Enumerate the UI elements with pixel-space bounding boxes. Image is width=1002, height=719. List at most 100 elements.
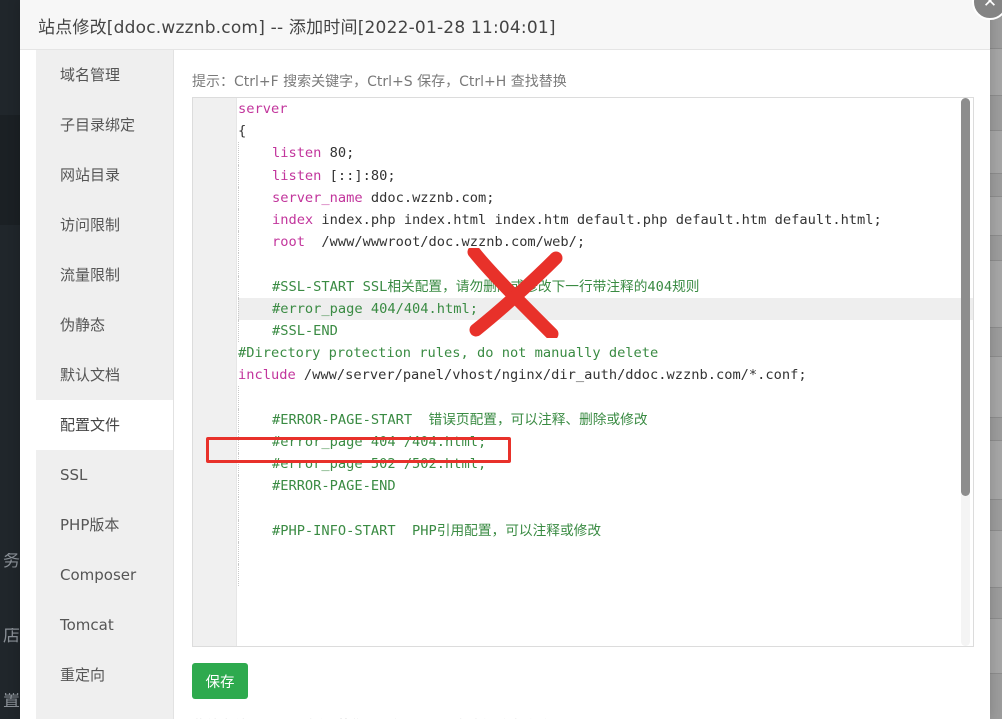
code-line[interactable]: 8 xyxy=(238,253,973,276)
indent-guide xyxy=(238,453,272,476)
code-line[interactable]: 13include /www/server/panel/vhost/nginx/… xyxy=(238,364,973,386)
sidebar-item-12[interactable]: 重定向 xyxy=(36,650,173,700)
code-line[interactable]: 6 index index.php index.html index.htm d… xyxy=(238,208,973,232)
code-text: #error_page 502 /502.html; xyxy=(238,453,486,476)
sidebar-item-label: 子目录绑定 xyxy=(60,116,136,134)
overlay-band xyxy=(990,618,1002,674)
code-line[interactable]: 17 #error_page 502 /502.html; xyxy=(238,453,973,476)
main-pane: 提示：Ctrl+F 搜索关键字，Ctrl+S 保存，Ctrl+H 查找替换 1s… xyxy=(174,50,990,719)
token-cm: #SSL-START SSL相关配置，请勿删除或修改下一行带注释的404规则 xyxy=(271,278,700,295)
indent-guide xyxy=(238,430,272,453)
code-text: #PHP-INFO-START PHP引用配置，可以注释或修改 xyxy=(238,519,601,542)
code-line[interactable]: 1server xyxy=(238,98,973,120)
dialog-title: 站点修改[ddoc.wzznb.com] -- 添加时间[2022-01-28 … xyxy=(38,18,556,38)
sidebar-item-7[interactable]: 配置文件 xyxy=(36,400,173,450)
sidebar-item-label: 网站目录 xyxy=(60,166,121,184)
code-line[interactable]: 16 #error_page 404 /404.html; xyxy=(238,430,973,453)
token-cm: #error_page 404 /404.html; xyxy=(271,433,487,450)
overlay-band xyxy=(990,130,1002,174)
token-cm: #ERROR-PAGE-START 错误页配置，可以注释、删除或修改 xyxy=(271,411,648,428)
sidebar-item-8[interactable]: SSL xyxy=(36,450,173,500)
indent-guide xyxy=(238,408,272,431)
indent-guide xyxy=(238,563,272,587)
code-line[interactable]: 7 root /www/wwwroot/doc.wzznb.com/web/; xyxy=(238,231,973,254)
shortcut-hint: 提示：Ctrl+F 搜索关键字，Ctrl+S 保存，Ctrl+H 查找替换 xyxy=(192,74,567,90)
token-kw: server xyxy=(238,101,288,117)
code-text: #SSL-START SSL相关配置，请勿删除或修改下一行带注释的404规则 xyxy=(238,275,700,298)
code-text xyxy=(238,541,272,564)
code-line[interactable]: 14 xyxy=(238,386,973,409)
config-code-editor[interactable]: 1server2{3 listen 80;4 listen [::]:80;5 … xyxy=(192,97,974,647)
token-pl: /www/server/panel/vhost/nginx/dir_auth/d… xyxy=(295,367,807,384)
code-text: { xyxy=(238,120,246,142)
indent-guide xyxy=(238,275,272,298)
code-line[interactable]: 3 listen 80; xyxy=(238,142,973,165)
sidebar-item-9[interactable]: PHP版本 xyxy=(36,500,173,550)
code-text xyxy=(238,497,272,520)
code-line[interactable]: 22 xyxy=(238,563,973,587)
sidebar-item-4[interactable]: 流量限制 xyxy=(36,250,173,300)
code-text: server xyxy=(238,98,287,120)
indent-guide xyxy=(238,319,272,343)
code-line[interactable]: 12#Directory protection rules, do not ma… xyxy=(238,342,973,364)
sidebar-item-10[interactable]: Composer xyxy=(36,550,173,600)
indent-guide xyxy=(238,541,272,564)
token-pl: /www/wwwroot/doc.wzznb.com/web/; xyxy=(304,234,586,251)
code-line[interactable]: 21 xyxy=(238,541,973,564)
code-text: #SSL-END xyxy=(238,319,338,343)
code-line[interactable]: 2{ xyxy=(238,120,973,142)
indent-guide xyxy=(238,519,272,542)
overlay-band xyxy=(990,440,1002,500)
sidebar-item-label: Tomcat xyxy=(60,616,114,634)
token-kw: listen xyxy=(271,145,322,162)
sidebar-item-label: 域名管理 xyxy=(60,66,121,84)
editor-scrollbar-thumb[interactable] xyxy=(961,98,970,496)
indent-guide xyxy=(238,142,272,165)
code-content[interactable]: 1server2{3 listen 80;4 listen [::]:80;5 … xyxy=(238,98,973,646)
code-text xyxy=(238,253,272,276)
sidebar-item-label: 伪静态 xyxy=(60,316,106,334)
indent-guide xyxy=(238,253,272,276)
indent-guide xyxy=(238,208,272,232)
token-pl: ddoc.wzznb.com; xyxy=(362,189,495,206)
code-line[interactable]: 11 #SSL-END xyxy=(238,319,973,343)
code-line[interactable]: 10 #error_page 404/404.html; xyxy=(238,297,973,320)
code-text: server_name ddoc.wzznb.com; xyxy=(238,186,495,209)
overlay-band xyxy=(990,356,1002,418)
code-line[interactable]: 20 #PHP-INFO-START PHP引用配置，可以注释或修改 xyxy=(238,519,973,542)
code-line[interactable]: 5 server_name ddoc.wzznb.com; xyxy=(238,186,973,209)
code-line[interactable]: 4 listen [::]:80; xyxy=(238,164,973,187)
code-text: index index.php index.html index.htm def… xyxy=(238,208,882,232)
code-line[interactable]: 19 xyxy=(238,497,973,520)
token-kw: server_name xyxy=(271,189,363,206)
code-line[interactable]: 9 #SSL-START SSL相关配置，请勿删除或修改下一行带注释的404规则 xyxy=(238,275,973,298)
sidebar-item-label: 访问限制 xyxy=(60,216,121,234)
token-kw: include xyxy=(238,367,296,384)
sidebar-item-11[interactable]: Tomcat xyxy=(36,600,173,650)
sidebar-item-5[interactable]: 伪静态 xyxy=(36,300,173,350)
indent-guide xyxy=(238,231,272,254)
token-pl: index.php index.html index.htm default.p… xyxy=(313,211,882,228)
sidebar-item-label: Composer xyxy=(60,566,137,584)
sidebar-item-2[interactable]: 网站目录 xyxy=(36,150,173,200)
sidebar-item-3[interactable]: 访问限制 xyxy=(36,200,173,250)
background-right-overlay xyxy=(990,0,1002,719)
indent-guide xyxy=(238,475,272,498)
save-button[interactable]: 保存 xyxy=(192,663,248,699)
token-kw: listen xyxy=(271,167,322,184)
code-text: listen [::]:80; xyxy=(238,164,396,187)
code-line[interactable]: 15 #ERROR-PAGE-START 错误页配置，可以注释、删除或修改 xyxy=(238,408,973,431)
sidebar-item-label: PHP版本 xyxy=(60,516,120,534)
sidebar-item-0[interactable]: 域名管理 xyxy=(36,50,173,100)
sidebar-item-6[interactable]: 默认文档 xyxy=(36,350,173,400)
code-text xyxy=(238,386,272,409)
token-pl: 80; xyxy=(321,145,355,162)
code-text: #ERROR-PAGE-START 错误页配置，可以注释、删除或修改 xyxy=(238,408,648,431)
code-text: include /www/server/panel/vhost/nginx/di… xyxy=(238,364,807,386)
sidebar-item-1[interactable]: 子目录绑定 xyxy=(36,100,173,150)
editor-scrollbar[interactable] xyxy=(961,98,970,646)
overlay-band xyxy=(990,260,1002,328)
code-line[interactable]: 18 #ERROR-PAGE-END xyxy=(238,475,973,498)
token-cm: #SSL-END xyxy=(271,322,338,339)
token-cm: #error_page 404/404.html; xyxy=(271,300,478,317)
